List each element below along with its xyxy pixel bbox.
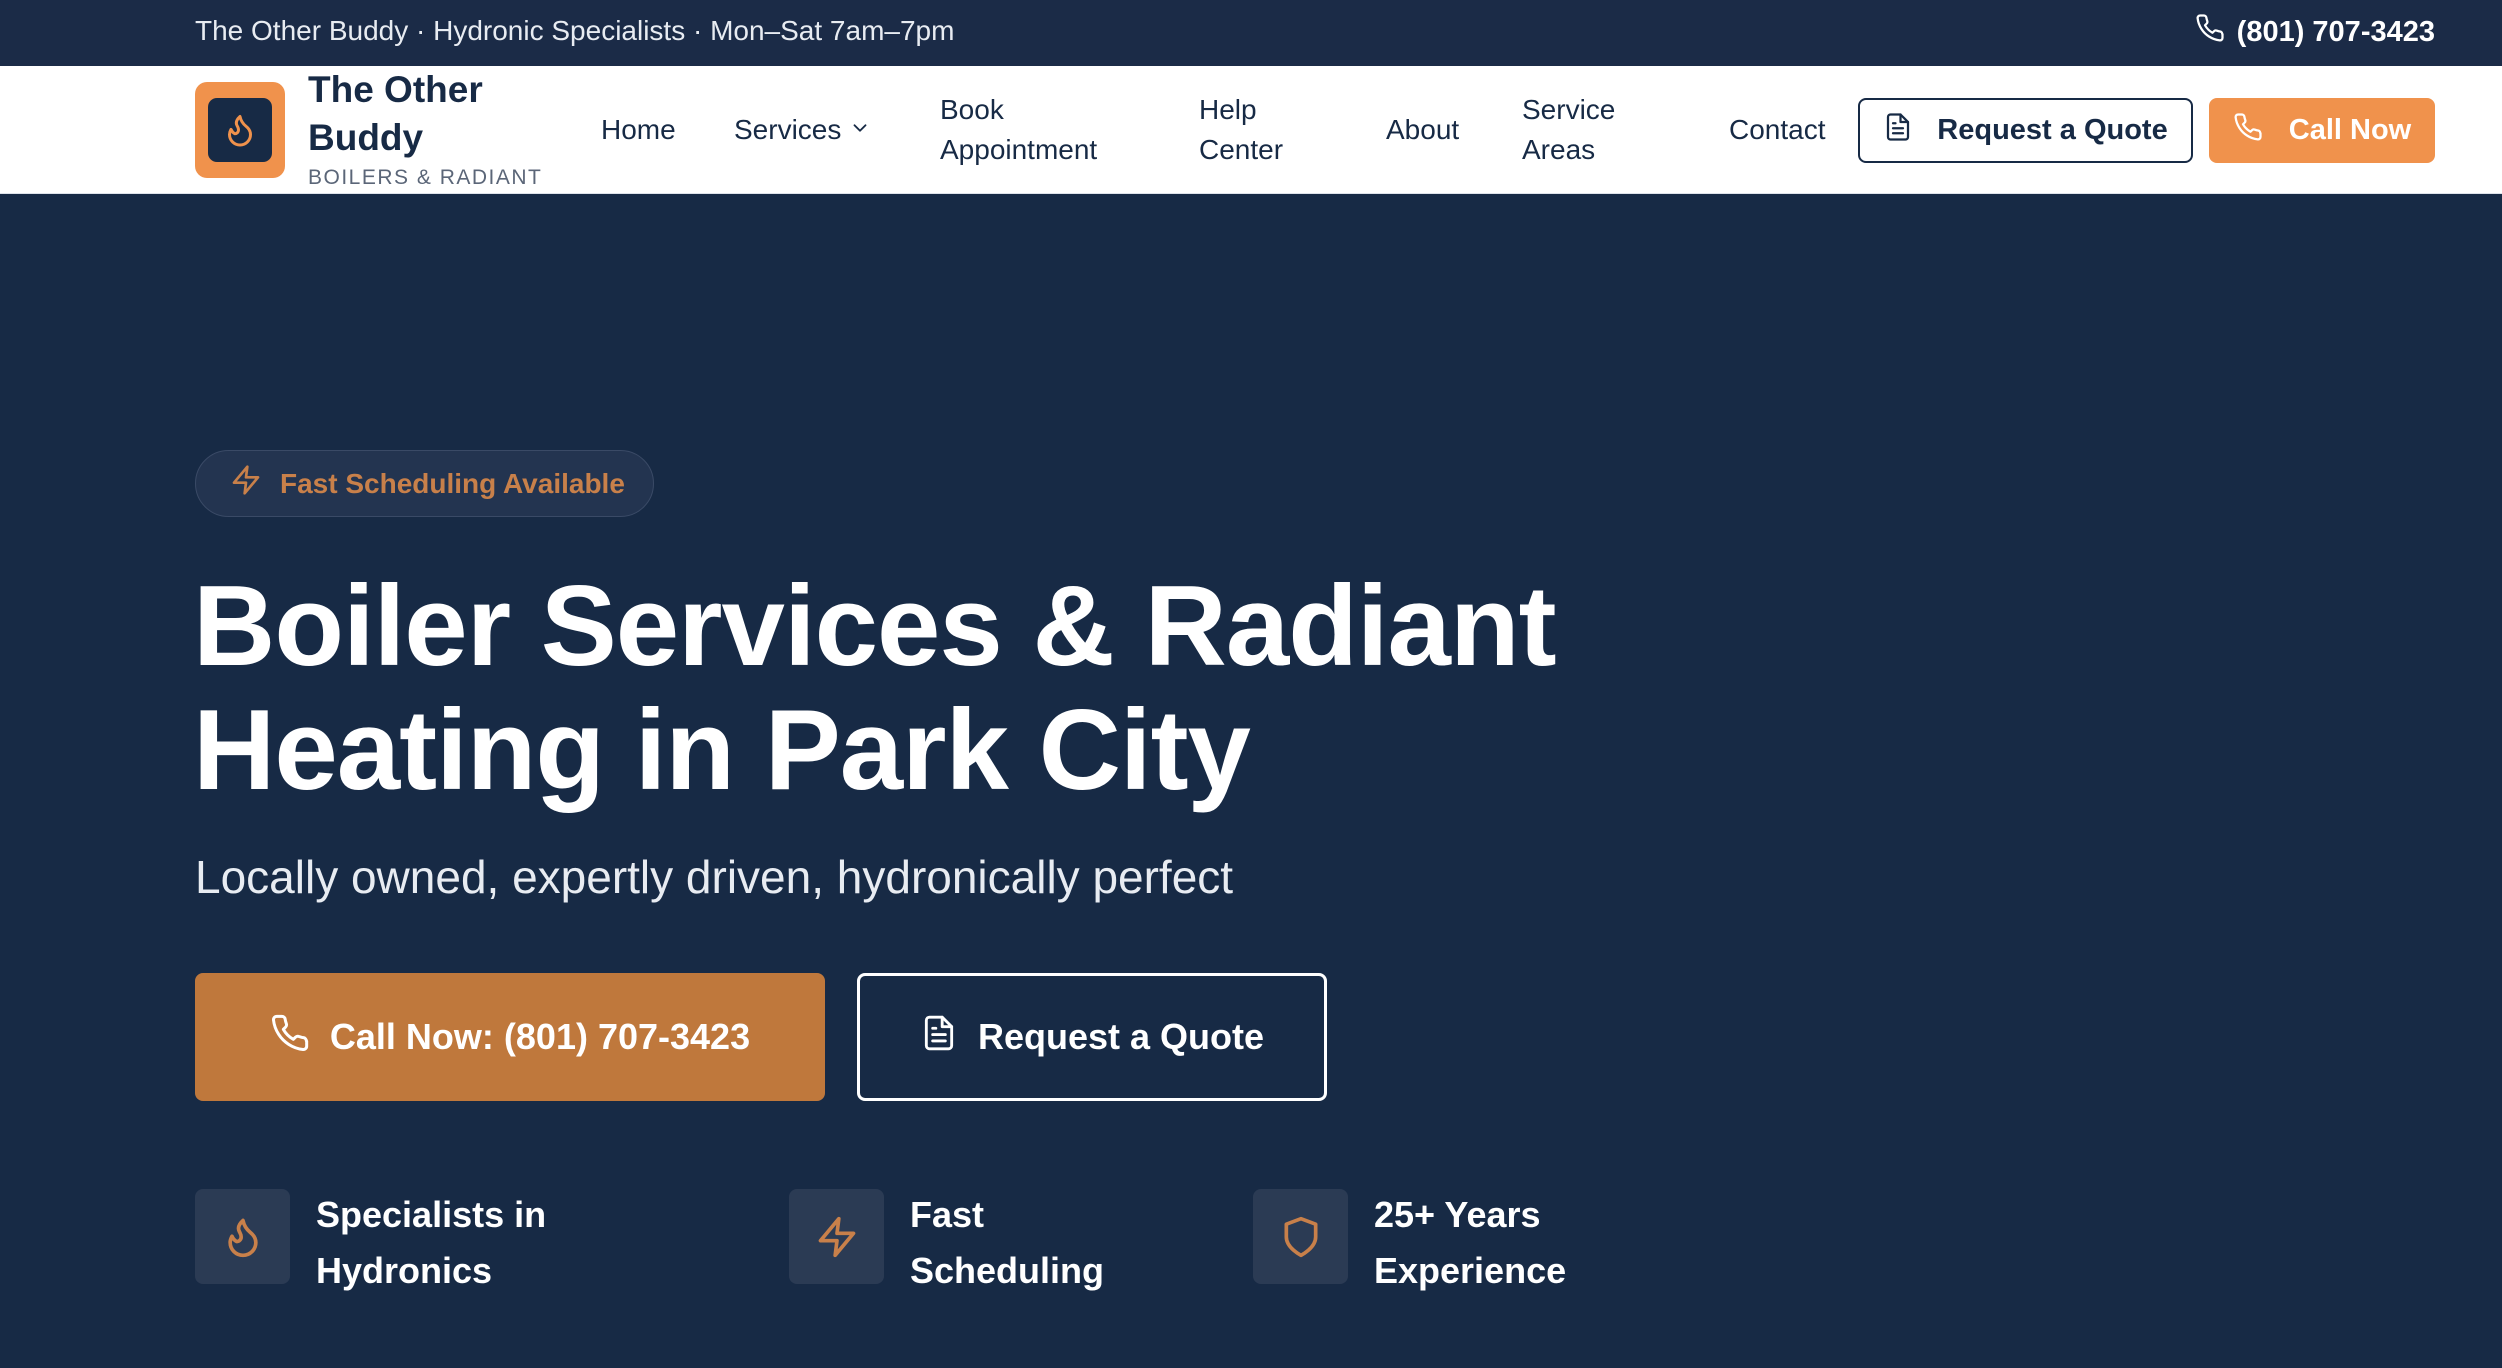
shield-icon — [1253, 1189, 1348, 1284]
feature-hydronics: Specialists in Hydronics — [195, 1189, 576, 1299]
call-now-nav-label: Call Now — [2288, 114, 2412, 146]
hero-subtitle: Locally owned, expertly driven, hydronic… — [195, 851, 1234, 903]
nav-service-areas[interactable]: Service Areas — [1522, 90, 1642, 170]
logo[interactable] — [195, 82, 285, 178]
phone-icon — [2195, 13, 2225, 51]
main-navigation: The Other Buddy BOILERS & RADIANT Home S… — [0, 66, 2502, 194]
top-info-bar: The Other Buddy · Hydronic Specialists ·… — [0, 0, 2502, 66]
request-quote-nav-button[interactable]: Request a Quote — [1858, 98, 2193, 163]
request-quote-hero-label: Request a Quote — [977, 1016, 1265, 1057]
feature-experience: 25+ Years Experience — [1253, 1189, 1634, 1299]
nav-contact[interactable]: Contact — [1729, 110, 1826, 150]
topbar-phone-link[interactable]: (801) 707-3423 — [2195, 13, 2435, 51]
document-icon — [1883, 112, 1913, 150]
brand-name[interactable]: The Other Buddy — [308, 66, 538, 162]
nav-about[interactable]: About — [1386, 110, 1459, 150]
flame-icon — [195, 1189, 290, 1284]
feature-label: 25+ Years Experience — [1374, 1194, 1567, 1291]
document-icon — [920, 1014, 958, 1061]
call-now-nav-button[interactable]: Call Now — [2209, 98, 2435, 163]
lightning-icon — [230, 464, 262, 503]
lightning-icon — [789, 1189, 884, 1284]
hero-title: Boiler Services & Radiant Heating in Par… — [193, 563, 1557, 814]
badge-label: Fast Scheduling Available — [280, 467, 625, 499]
feature-fast-scheduling: Fast Scheduling — [789, 1189, 1170, 1299]
nav-home[interactable]: Home — [601, 110, 676, 150]
feature-label: Specialists in Hydronics — [316, 1194, 547, 1291]
chevron-down-icon — [849, 110, 871, 150]
phone-icon — [2233, 112, 2263, 150]
topbar-phone-number: (801) 707-3423 — [2236, 15, 2435, 48]
phone-icon — [270, 1013, 310, 1062]
call-now-hero-button[interactable]: Call Now: (801) 707-3423 — [195, 973, 825, 1101]
nav-help-center[interactable]: Help Center — [1199, 90, 1319, 170]
nav-book-appointment[interactable]: Book Appointment — [940, 90, 1140, 170]
request-quote-nav-label: Request a Quote — [1937, 114, 2168, 146]
flame-icon — [208, 98, 272, 162]
feature-label: Fast Scheduling — [910, 1194, 1105, 1291]
call-now-hero-label: Call Now: (801) 707-3423 — [329, 1016, 751, 1057]
business-info-text: The Other Buddy · Hydronic Specialists ·… — [195, 15, 955, 46]
request-quote-hero-button[interactable]: Request a Quote — [857, 973, 1327, 1101]
fast-scheduling-badge: Fast Scheduling Available — [195, 450, 654, 517]
nav-services[interactable]: Services — [734, 110, 871, 150]
nav-services-label: Services — [734, 114, 842, 145]
brand-tagline: BOILERS & RADIANT — [308, 166, 543, 189]
